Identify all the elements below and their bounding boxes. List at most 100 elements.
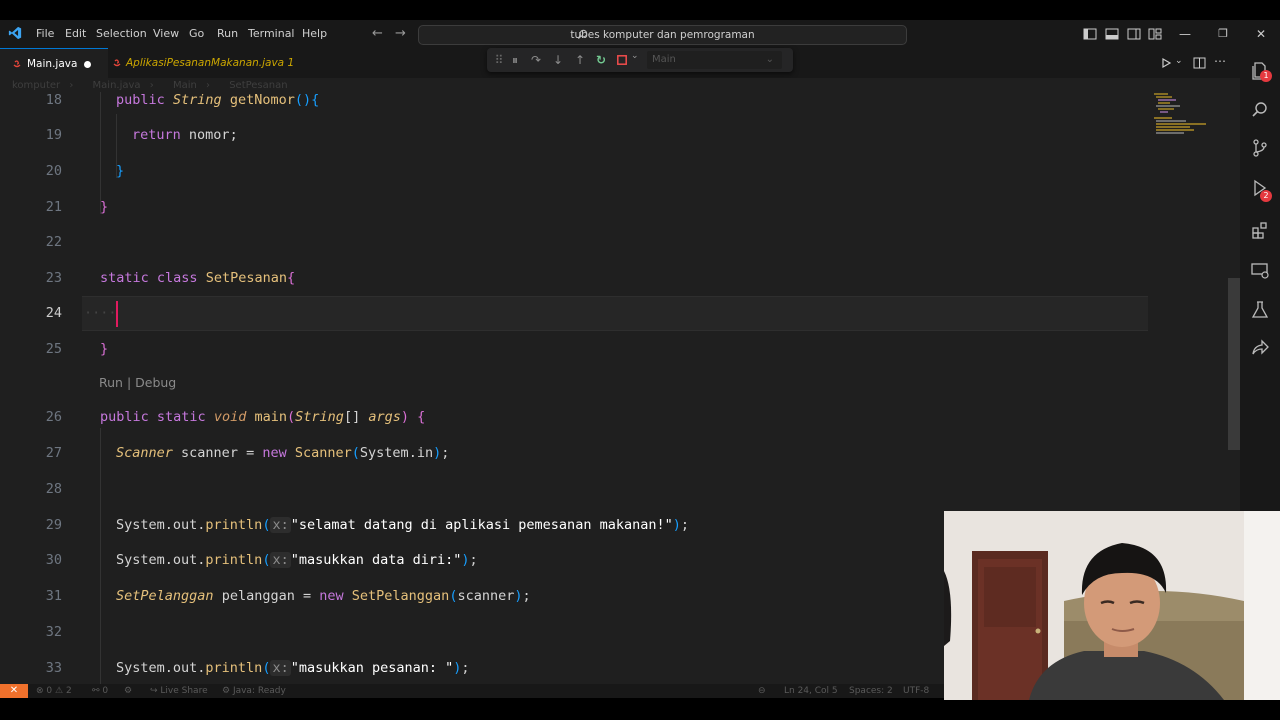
toggle-panel-icon[interactable]: [1105, 27, 1119, 41]
step-into-icon[interactable]: ↓: [549, 51, 567, 69]
code-line-31: SetPelanggan pelanggan = new SetPelangga…: [116, 588, 531, 604]
restore-button[interactable]: ❐: [1208, 20, 1238, 48]
code-line-18: public String getNomor(){: [116, 92, 320, 108]
line-number: 33: [45, 660, 62, 676]
java-file-icon: [113, 59, 121, 67]
line-number: 23: [45, 270, 62, 286]
code-line-23: static class SetPesanan{: [100, 270, 296, 286]
customize-layout-icon[interactable]: [1148, 27, 1162, 41]
command-center-label: tubes komputer dan pemrograman: [570, 29, 755, 41]
menu-file[interactable]: File: [36, 20, 54, 48]
line-number: 21: [45, 199, 62, 215]
line-number: 28: [45, 481, 62, 497]
menu-edit[interactable]: Edit: [65, 20, 86, 48]
vertical-scrollbar[interactable]: [1228, 278, 1240, 450]
run-dropdown-icon[interactable]: ⌄: [1175, 56, 1183, 66]
breadcrumb-file[interactable]: Main.java: [93, 80, 141, 91]
live-share-status[interactable]: ↪ Live Share: [150, 684, 208, 698]
code-line-21: }: [100, 199, 109, 215]
menu-view[interactable]: View: [153, 20, 179, 48]
command-center-search[interactable]: tubes komputer dan pemrograman: [418, 25, 907, 45]
line-number: 27: [45, 445, 62, 461]
tab-main-java[interactable]: Main.java: [0, 48, 108, 78]
code-line-33: System.out.println(x: "masukkan pesanan: …: [116, 660, 470, 676]
go-forward-icon[interactable]: →: [395, 20, 406, 48]
breadcrumb-folder[interactable]: komputer: [12, 80, 60, 91]
top-letterbox: [0, 0, 1280, 20]
bottom-letterbox: [0, 698, 1280, 720]
ports-indicator[interactable]: ⚯ 0: [92, 684, 108, 698]
live-share-icon[interactable]: [1250, 338, 1270, 358]
code-line-26: public static void main(String[] args) {: [100, 409, 426, 425]
breadcrumb-class[interactable]: Main: [173, 80, 197, 91]
debug-config-label: Main: [652, 54, 676, 65]
tab-aplikasi-pesanan[interactable]: AplikasiPesananMakanan.java 1: [126, 48, 294, 78]
testing-icon[interactable]: [1250, 300, 1270, 320]
code-line-19: return nomor;: [132, 127, 238, 143]
go-back-icon[interactable]: ←: [372, 20, 383, 48]
unsaved-dot-icon[interactable]: [84, 61, 91, 68]
close-window-button[interactable]: ✕: [1246, 20, 1276, 48]
code-line-25: }: [100, 341, 109, 357]
cursor-position[interactable]: Ln 24, Col 5: [784, 684, 838, 698]
source-control-icon[interactable]: [1250, 138, 1270, 158]
line-number: 25: [45, 341, 62, 357]
remote-indicator-icon[interactable]: ✕: [0, 684, 28, 698]
tab-main-label: Main.java: [27, 58, 78, 70]
more-actions-icon[interactable]: ⋯: [1214, 54, 1226, 68]
webcam-presenter-image: [944, 511, 1280, 700]
encoding[interactable]: UTF-8: [903, 684, 929, 698]
debug-dropdown-icon[interactable]: ⌄: [631, 51, 639, 61]
split-editor-icon[interactable]: [1193, 57, 1206, 69]
code-line-29: System.out.println(x: "selamat datang di …: [116, 517, 690, 533]
code-line-30: System.out.println(x: "masukkan data diri…: [116, 552, 478, 568]
breadcrumb-inner-class[interactable]: SetPesanan: [229, 80, 287, 91]
line-number: 18: [45, 92, 62, 108]
menu-selection[interactable]: Selection: [96, 20, 147, 48]
title-bar: File Edit Selection View Go Run Terminal…: [0, 20, 1280, 48]
toggle-primary-sidebar-icon[interactable]: [1083, 27, 1097, 41]
zoom-icon[interactable]: ⊖: [758, 684, 766, 698]
live-share-label: Live Share: [160, 686, 208, 696]
minimap[interactable]: [1150, 92, 1220, 152]
minimize-button[interactable]: —: [1170, 20, 1200, 48]
run-java-icon[interactable]: [1160, 57, 1172, 69]
indentation[interactable]: Spaces: 2: [849, 684, 893, 698]
line-number: 26: [45, 409, 62, 425]
extensions-icon[interactable]: [1250, 220, 1270, 240]
menu-run[interactable]: Run: [217, 20, 238, 48]
java-status[interactable]: ⚙ Java: Ready: [222, 684, 286, 698]
menu-go[interactable]: Go: [189, 20, 204, 48]
step-over-icon[interactable]: ↷: [527, 51, 545, 69]
vscode-logo-icon: [8, 26, 22, 40]
pause-icon[interactable]: ⏸: [506, 51, 524, 69]
stop-icon[interactable]: [617, 55, 627, 65]
line-number: 20: [45, 163, 62, 179]
code-line-20: }: [116, 163, 125, 179]
webcam-overlay: [944, 511, 1280, 700]
indent-guide: [100, 92, 101, 214]
line-number: 31: [45, 588, 62, 604]
chevron-down-icon: ⌄: [765, 54, 774, 65]
error-count: 0: [46, 686, 53, 696]
debug-status-icon[interactable]: ⚙: [124, 684, 132, 698]
explorer-badge: 1: [1260, 70, 1272, 82]
restart-icon[interactable]: ↻: [592, 51, 610, 69]
step-out-icon[interactable]: ↑: [571, 51, 589, 69]
current-line-highlight: [82, 296, 1148, 331]
run-debug-codelens[interactable]: Run | Debug: [99, 375, 176, 390]
run-debug-badge: 2: [1260, 190, 1272, 202]
menu-terminal[interactable]: Terminal: [248, 20, 295, 48]
debug-config-select[interactable]: Main ⌄: [647, 51, 782, 69]
remote-explorer-icon[interactable]: [1250, 260, 1270, 280]
problems-indicator[interactable]: ⊗ 0 ⚠ 2: [36, 684, 72, 698]
java-status-label: Java: Ready: [232, 686, 286, 696]
toggle-secondary-sidebar-icon[interactable]: [1127, 27, 1141, 41]
debug-toolbar: ⠿ ⏸ ↷ ↓ ↑ ↻ ⌄ Main ⌄: [487, 48, 793, 72]
search-icon[interactable]: [1250, 100, 1270, 120]
text-cursor: [116, 301, 118, 327]
line-number: 19: [45, 127, 62, 143]
line-number-active: 24: [45, 305, 62, 321]
menu-help[interactable]: Help: [302, 20, 327, 48]
code-line-24-whitespace: ····: [84, 305, 117, 321]
